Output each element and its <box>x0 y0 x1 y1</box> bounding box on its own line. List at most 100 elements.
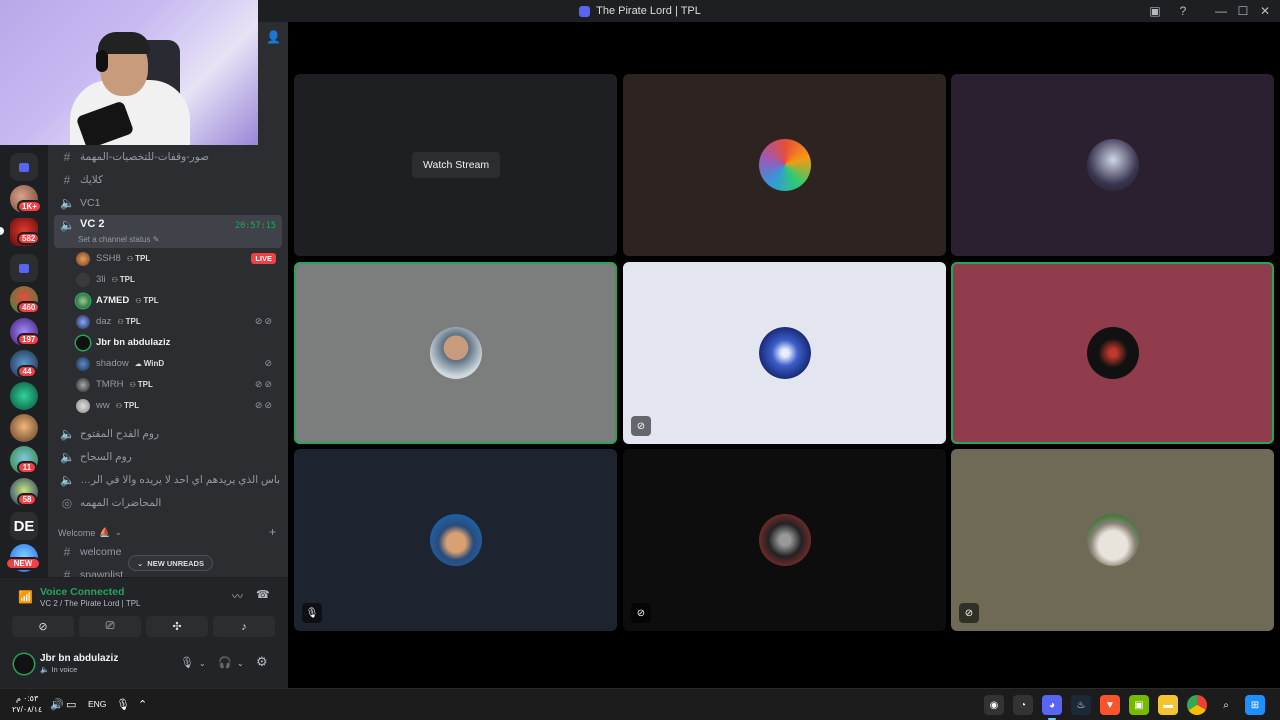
voice-member[interactable]: daz ⚇ TPL ⊘⊘ <box>76 311 282 332</box>
activities-button[interactable]: ✣ <box>146 616 208 637</box>
participant-tile[interactable] <box>951 262 1274 444</box>
app-nvidia-icon[interactable]: ▣ <box>1129 695 1149 715</box>
voice-status-title[interactable]: Voice Connected <box>40 586 124 598</box>
sailboat-icon: ⛵ <box>99 527 111 537</box>
add-member-icon[interactable]: 👤 <box>266 30 281 44</box>
user-name[interactable]: Jbr bn abdulaziz <box>40 653 118 664</box>
deafened-icon: ⊘ <box>631 603 651 623</box>
gear-icon[interactable]: ⚙ <box>256 654 268 670</box>
add-channel-icon[interactable]: + <box>269 525 276 539</box>
watch-stream-button[interactable]: Watch Stream <box>412 152 501 178</box>
avatar <box>76 356 90 371</box>
screen-share-button[interactable]: ⎚ <box>79 616 141 637</box>
language-indicator[interactable]: ENG <box>88 699 106 709</box>
channel-voice[interactable]: 🔈 روم الفدح المفتوح <box>54 423 282 445</box>
server-folder-icon[interactable] <box>10 153 38 181</box>
channel-stage[interactable]: ◎ المحاضرات المهمه <box>54 492 282 514</box>
participant-tile[interactable] <box>294 262 617 444</box>
voice-member[interactable]: TMRH ⚇ TPL ⊘⊘ <box>76 374 282 395</box>
search-icon[interactable]: ⌕ <box>1216 695 1236 715</box>
voice-connected-panel: 📶 Voice Connected VC 2 / The Pirate Lord… <box>0 577 288 647</box>
channel-text[interactable]: # صور-وقفات-للتخصيات-المهمة <box>54 146 282 168</box>
speaker-icon: 🔈 <box>60 473 75 487</box>
channel-status-prompt[interactable]: Set a channel status ✎ <box>78 235 159 244</box>
voice-member[interactable]: 3li ⚇ TPL <box>76 269 282 290</box>
channel-list: # صور-وقفات-للتخصيات-المهمة # كلايك 🔈 VC… <box>48 145 288 577</box>
channel-voice[interactable]: 🔈 باس الذي يريدهم اي احد لا يريده والا ف… <box>54 469 282 491</box>
network-icon[interactable]: ▭ <box>66 698 76 711</box>
avatar <box>76 251 90 266</box>
noise-suppression-icon[interactable]: 〰 <box>232 588 243 604</box>
app-brave-icon[interactable]: ▼ <box>1100 695 1120 715</box>
stage-icon: ◎ <box>61 496 73 510</box>
server-icon-7[interactable] <box>10 414 38 442</box>
server-folder-icon[interactable] <box>10 254 38 282</box>
stream-tile[interactable]: Watch Stream <box>294 74 617 256</box>
disconnect-icon[interactable]: ☎ <box>256 588 270 601</box>
avatar <box>76 272 90 287</box>
category-header[interactable]: Welcome ⛵ ⌄ <box>58 527 122 538</box>
chevron-down-icon[interactable]: ⌄ <box>199 659 206 668</box>
voice-member[interactable]: ww ⚇ TPL ⊘⊘ <box>76 395 282 416</box>
muted-icon: ⊘ <box>264 358 274 368</box>
app-discord-icon[interactable]: ◕ <box>1042 695 1062 720</box>
avatar <box>76 335 90 350</box>
voice-member[interactable]: SSH8 ⚇ TPL LIVE <box>76 248 282 269</box>
webcam-preview[interactable] <box>0 0 258 145</box>
new-unreads-button[interactable]: ⌄ NEW UNREADS <box>128 555 213 571</box>
maximize-button[interactable]: ☐ <box>1232 0 1254 22</box>
participant-avatar <box>758 514 811 566</box>
signal-icon[interactable]: 📶 <box>18 590 33 604</box>
soundboard-button[interactable]: ♪ <box>213 616 275 637</box>
app-chrome-icon[interactable] <box>1187 695 1207 715</box>
channel-voice[interactable]: 🔈 VC1 <box>54 192 282 214</box>
muted-deafened-icons: ⊘⊘ <box>254 379 274 389</box>
user-panel: Jbr bn abdulaziz 🔈 In voice 🎙 ⌄ 🎧 ⌄ ⚙ <box>0 647 288 688</box>
participant-tile[interactable]: ⊘ <box>623 262 946 444</box>
app-file-explorer-icon[interactable]: ▬ <box>1158 695 1178 715</box>
app-clock-icon[interactable]: ◔ <box>1013 695 1033 715</box>
speaker-icon: 🔈 <box>60 450 75 464</box>
new-badge: NEW <box>5 557 41 570</box>
microphone-icon[interactable]: 🎙 <box>180 656 194 669</box>
app-steam-icon[interactable]: ♨ <box>1071 695 1091 715</box>
unread-badge: 197 <box>17 333 41 346</box>
inbox-icon[interactable]: ▣ <box>1144 0 1166 22</box>
participant-tile[interactable] <box>623 74 946 256</box>
deafened-icon: ⊘ <box>959 603 979 623</box>
participant-tile[interactable]: ⊘ <box>623 449 946 631</box>
pencil-icon: ✎ <box>152 235 160 244</box>
unread-pill <box>0 227 4 235</box>
microphone-tray-icon[interactable]: 🎙 <box>116 698 130 711</box>
hash-icon: # <box>63 545 71 559</box>
chevron-down-icon[interactable]: ⌄ <box>237 659 244 668</box>
help-icon[interactable]: ? <box>1172 0 1194 22</box>
voice-member[interactable]: A7MED ⚇ TPL <box>76 290 282 311</box>
hash-icon: # <box>63 568 71 577</box>
channel-voice[interactable]: 🔈 روم السجاح <box>54 446 282 468</box>
participant-tile[interactable] <box>951 74 1274 256</box>
channel-voice-active[interactable]: 🔈 VC 2 20:57:15 Set a channel status ✎ <box>54 215 282 248</box>
user-avatar[interactable] <box>14 654 34 674</box>
start-menu-icon[interactable]: ⊞ <box>1245 695 1265 715</box>
speaker-icon: 🔈 <box>60 196 75 210</box>
participant-tile[interactable]: 🎙 <box>294 449 617 631</box>
server-icon <box>579 5 591 17</box>
headphones-icon[interactable]: 🎧 <box>218 656 232 669</box>
app-obs-icon[interactable]: ◉ <box>984 695 1004 715</box>
minimize-button[interactable]: — <box>1210 0 1232 22</box>
call-timer: 20:57:15 <box>235 221 276 231</box>
server-icon-6[interactable] <box>10 382 38 410</box>
channel-text[interactable]: # كلايك <box>54 169 282 191</box>
close-button[interactable]: ✕ <box>1254 0 1276 22</box>
window-title-text: The Pirate Lord | TPL <box>596 5 701 17</box>
taskbar-clock[interactable]: ٠:٥٣ م ٢٧/٠٨/١٤ <box>12 693 42 715</box>
volume-icon[interactable]: 🔊 <box>50 698 64 711</box>
voice-member[interactable]: shadow ☁ WinD ⊘ <box>76 353 282 374</box>
server-icon-de[interactable]: DE <box>10 512 38 540</box>
participant-tile[interactable]: ⊘ <box>951 449 1274 631</box>
chevron-up-icon[interactable]: ⌃ <box>138 698 147 711</box>
camera-button[interactable]: ⊘ <box>12 616 74 637</box>
voice-member[interactable]: Jbr bn abdulaziz <box>76 332 282 353</box>
voice-channel-path[interactable]: VC 2 / The Pirate Lord | TPL <box>40 599 141 608</box>
